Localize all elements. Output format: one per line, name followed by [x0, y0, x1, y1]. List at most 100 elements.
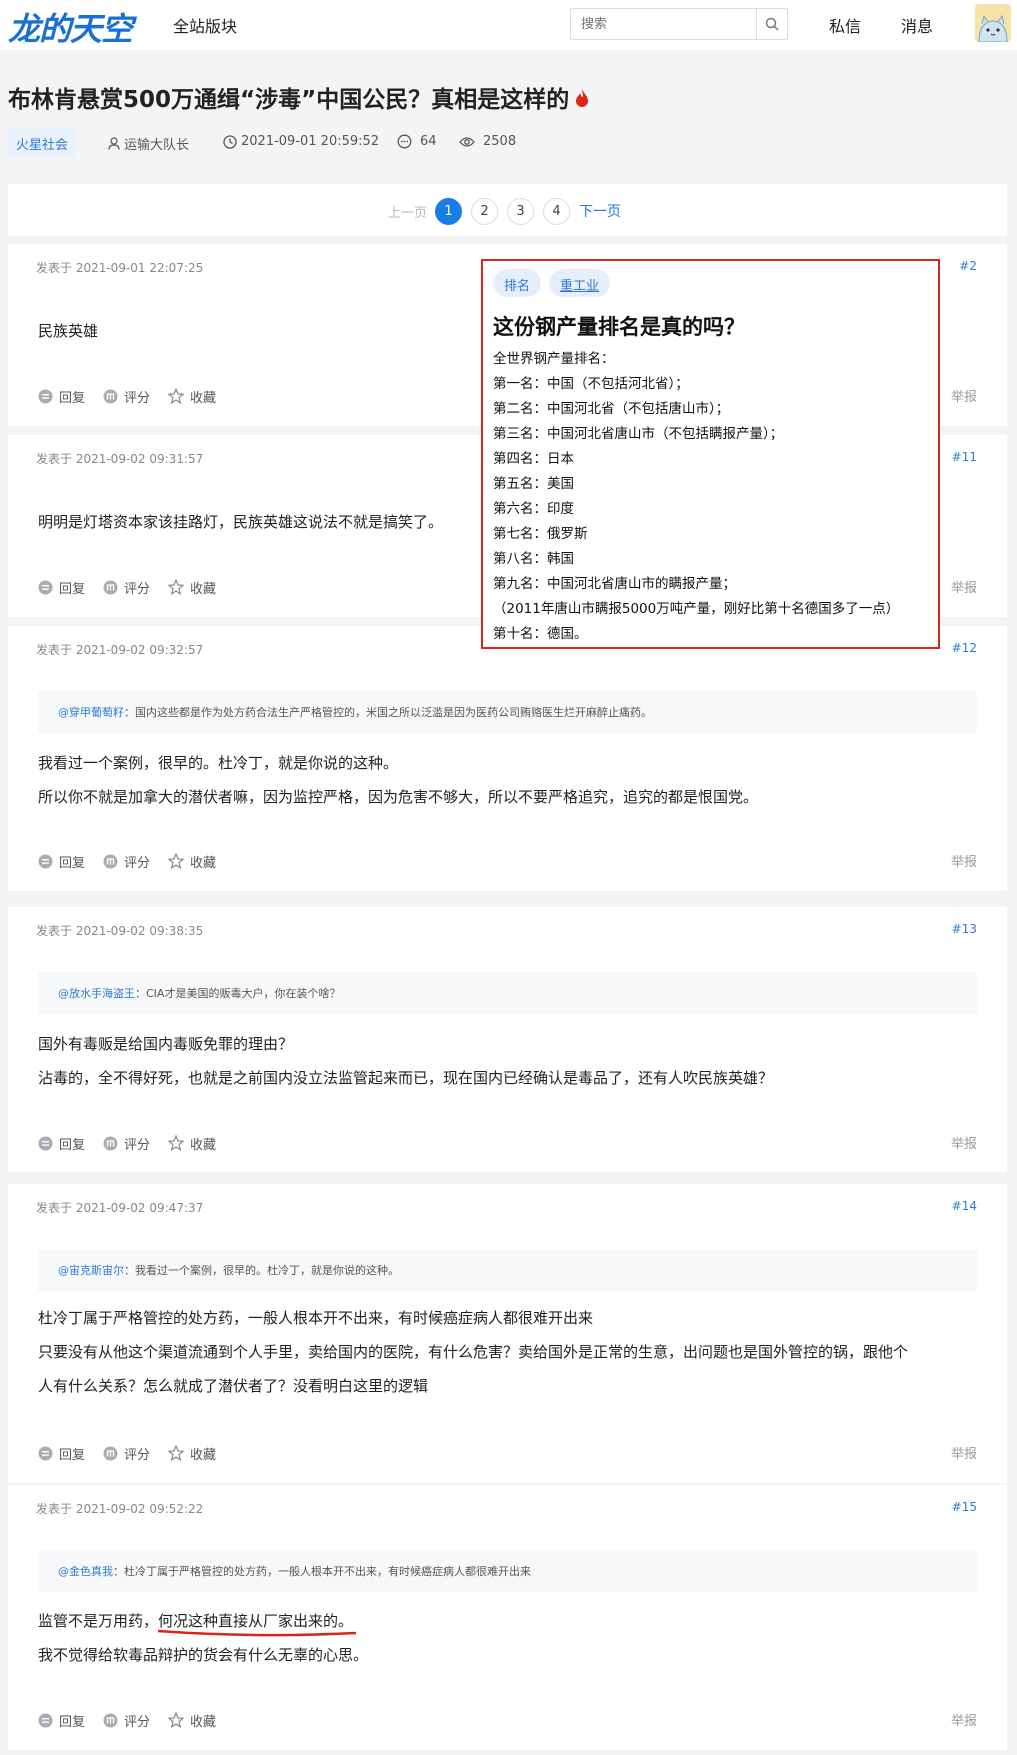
reply-icon: [38, 580, 53, 594]
tag-ranking[interactable]: 排名: [493, 269, 542, 297]
rate-button[interactable]: 评分: [103, 1134, 150, 1153]
site-logo[interactable]: 龙的天空: [8, 4, 133, 50]
page-3-button[interactable]: 3: [507, 197, 535, 225]
floor-number[interactable]: #15: [952, 1500, 977, 1514]
top-navbar: 龙的天空 全站版块 私信 消息: [0, 0, 1017, 50]
reply-button[interactable]: 回复: [38, 1711, 85, 1730]
report-link[interactable]: 举报: [951, 1710, 977, 1729]
page-2-button[interactable]: 2: [471, 197, 499, 225]
reply-button[interactable]: 回复: [38, 387, 85, 406]
post-line: 我不觉得给软毒品辩护的货会有什么无辜的心思。: [38, 1646, 369, 1664]
nav-private-messages[interactable]: 私信: [829, 13, 861, 37]
search-box: [570, 8, 788, 40]
prev-page-link[interactable]: 上一页: [388, 202, 427, 221]
report-link[interactable]: 举报: [951, 1443, 977, 1462]
post-line: 所以你不就是加拿大的潜伏者嘛，因为监控严格，因为危害不够大，所以不要严格追究，追…: [38, 788, 759, 806]
rate-label: 评分: [124, 1714, 151, 1730]
search-button[interactable]: [756, 9, 787, 39]
rate-button[interactable]: 评分: [103, 852, 150, 871]
favorite-label: 收藏: [190, 1447, 217, 1463]
post-date: 发表于 2021-09-02 09:52:22: [36, 1502, 204, 1516]
post-line: 杜冷丁属于严格管控的处方药，一般人根本开不出来，有时候癌症病人都很难开出来: [38, 1309, 594, 1327]
nav-notifications[interactable]: 消息: [901, 13, 933, 37]
floor-number[interactable]: #2: [959, 259, 977, 273]
favorite-button[interactable]: 收藏: [168, 852, 216, 871]
rate-icon: [103, 389, 118, 403]
reply-button[interactable]: 回复: [38, 1444, 85, 1463]
favorite-button[interactable]: 收藏: [168, 1711, 216, 1730]
quoted-user-link[interactable]: @穿甲葡萄籽: [58, 706, 124, 719]
rate-button[interactable]: 评分: [103, 1711, 150, 1730]
quoted-reply: @金色真我：杜冷丁属于严格管控的处方药，一般人根本开不出来，有时候癌症病人都很难…: [38, 1550, 977, 1592]
page-4-button[interactable]: 4: [543, 197, 571, 225]
quoted-text: ：杜冷丁属于严格管控的处方药，一般人根本开不出来，有时候癌症病人都很难开出来: [113, 1565, 531, 1578]
category-tag[interactable]: 火星社会: [8, 128, 77, 156]
star-icon: [168, 853, 185, 869]
post-datetime: 2021-09-01 20:59:52: [241, 134, 380, 149]
card-line: 第四名：日本: [493, 451, 574, 467]
reply-icon: [38, 1446, 53, 1460]
nav-all-boards[interactable]: 全站版块: [173, 13, 237, 37]
report-link[interactable]: 举报: [951, 577, 977, 596]
post-actions: 回复 评分 收藏: [38, 1443, 234, 1463]
favorite-button[interactable]: 收藏: [168, 1444, 216, 1463]
eye-icon: [459, 136, 475, 147]
reply-button[interactable]: 回复: [38, 1134, 85, 1153]
user-avatar[interactable]: [975, 4, 1011, 42]
post-item: 发表于 2021-09-02 09:47:37 #14 @宙克斯宙尔：我看过一个…: [8, 1184, 1007, 1483]
star-icon: [168, 1445, 185, 1461]
card-line: 第五名：美国: [493, 476, 574, 492]
tag-heavy-industry[interactable]: 重工业: [549, 269, 611, 297]
rate-button[interactable]: 评分: [103, 1444, 150, 1463]
floor-number[interactable]: #14: [952, 1199, 977, 1213]
report-link[interactable]: 举报: [951, 1133, 977, 1152]
post-content: 杜冷丁属于严格管控的处方药，一般人根本开不出来，有时候癌症病人都很难开出来 只要…: [38, 1301, 977, 1403]
favorite-button[interactable]: 收藏: [168, 578, 216, 597]
view-count: 2508: [459, 134, 516, 149]
favorite-button[interactable]: 收藏: [168, 1134, 216, 1153]
author-info[interactable]: 运输大队长: [108, 134, 189, 153]
pagination-bar: 上一页 1 2 3 4 下一页: [8, 184, 1007, 236]
steel-ranking-card: 排名 重工业 这份钢产量排名是真的吗？ 全世界钢产量排名： 第一名：中国（不包括…: [481, 259, 940, 649]
reply-icon: [38, 854, 53, 868]
thread-title-text: 布林肯悬赏500万通缉“涉毒”中国公民？真相是这样的: [8, 87, 570, 113]
rate-button[interactable]: 评分: [103, 387, 150, 406]
report-link[interactable]: 举报: [951, 851, 977, 870]
post-date: 发表于 2021-09-02 09:32:57: [36, 643, 204, 657]
floor-number[interactable]: #12: [952, 641, 977, 655]
quoted-user-link[interactable]: @宙克斯宙尔: [58, 1264, 124, 1277]
post-item: 发表于 2021-09-02 09:52:22 #15 @金色真我：杜冷丁属于严…: [8, 1485, 1007, 1750]
post-line: 人有什么关系？怎么就成了潜伏者了？没看明白这里的逻辑: [38, 1377, 429, 1395]
favorite-label: 收藏: [190, 1714, 217, 1730]
quoted-user-link[interactable]: @金色真我: [58, 1565, 113, 1578]
report-link[interactable]: 举报: [951, 386, 977, 405]
rate-icon: [103, 1446, 118, 1460]
reply-count-value: 64: [420, 134, 437, 149]
reply-button[interactable]: 回复: [38, 852, 85, 871]
next-page-link[interactable]: 下一页: [579, 201, 621, 221]
post-actions: 回复 评分 收藏: [38, 851, 234, 871]
post-line: 监管不是万用药，何况这种直接从厂家出来的。: [38, 1604, 977, 1638]
post-actions: 回复 评分 收藏: [38, 1133, 234, 1153]
post-line-text: 监管不是万用药，: [38, 1612, 159, 1630]
rate-label: 评分: [124, 1137, 151, 1153]
reply-button[interactable]: 回复: [38, 578, 85, 597]
reply-count: 64: [397, 134, 437, 149]
rate-button[interactable]: 评分: [103, 578, 150, 597]
author-name: 运输大队长: [124, 138, 190, 153]
quoted-user-link[interactable]: @放水手海盗王: [58, 987, 135, 1000]
card-line: 第十名：德国。: [493, 626, 588, 642]
post-date: 发表于 2021-09-02 09:31:57: [36, 452, 204, 466]
search-input[interactable]: [571, 9, 757, 39]
floor-number[interactable]: #11: [952, 450, 977, 464]
card-line: 第二名：中国河北省（不包括唐山市）；: [493, 401, 730, 417]
reply-icon: [38, 389, 53, 403]
floor-number[interactable]: #13: [952, 922, 977, 936]
page-1-button[interactable]: 1: [435, 197, 463, 225]
favorite-button[interactable]: 收藏: [168, 387, 216, 406]
favorite-label: 收藏: [190, 855, 217, 871]
post-time: 2021-09-01 20:59:52: [223, 134, 379, 149]
post-line: 国外有毒贩是给国内毒贩免罪的理由？: [38, 1035, 294, 1053]
quoted-text: ：CIA才是美国的贩毒大户，你在装个啥？: [135, 987, 341, 1000]
post-line: 沾毒的，全不得好死，也就是之前国内没立法监管起来而已，现在国内已经确认是毒品了，…: [38, 1069, 774, 1087]
